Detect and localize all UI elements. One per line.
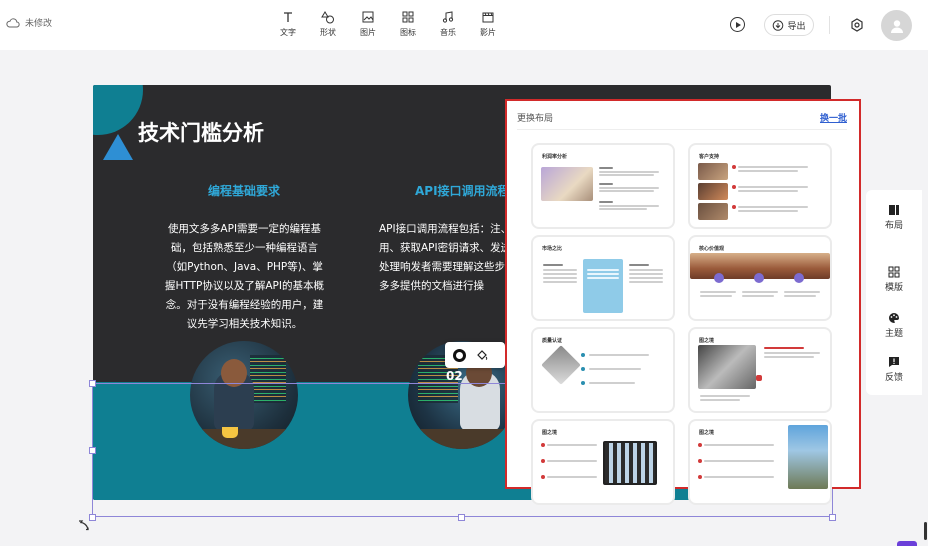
slide-title[interactable]: 技术门槛分析 [138, 117, 264, 147]
export-label: 导出 [787, 21, 806, 32]
resize-handle-br[interactable] [829, 514, 836, 521]
tool-shape-label: 形状 [320, 28, 336, 37]
scrollbar[interactable] [924, 522, 927, 540]
layout-thumb-1[interactable]: 利润率分析 [533, 145, 673, 227]
layout-thumb-title: 图之境 [699, 430, 715, 436]
layout-thumb-7[interactable]: 图之境 [533, 421, 673, 503]
image-icon [361, 10, 375, 24]
panel-divider [517, 129, 847, 130]
right-dock: 布局 模版 主题 反馈 [866, 190, 922, 395]
tool-image[interactable]: 图片 [348, 10, 388, 38]
stroke-ring-icon[interactable] [453, 348, 466, 362]
dock-template[interactable]: 模版 [866, 266, 922, 293]
layout-thumb-3[interactable]: 市场之比 [533, 237, 673, 319]
tool-icon[interactable]: 图标 [388, 10, 428, 38]
music-icon [441, 10, 455, 24]
cloud-icon [6, 17, 20, 27]
tool-icon-label: 图标 [400, 28, 416, 37]
layout-thumb-title: 质量认证 [542, 338, 563, 344]
resize-handle-ml[interactable] [89, 447, 96, 454]
layout-picker-panel: 更换布局 换一批 利润率分析 客户支持 市场之比 核心价值观 质量认证 图之境 … [505, 99, 861, 503]
layout-thumb-title: 图之境 [699, 338, 715, 344]
tool-shape[interactable]: 形状 [308, 10, 348, 38]
icon-grid-icon [401, 10, 415, 24]
layout-thumb-title: 图之境 [542, 430, 558, 436]
settings-icon[interactable] [850, 17, 864, 32]
tool-music-label: 音乐 [440, 28, 456, 37]
tool-text[interactable]: 文字 [268, 10, 308, 38]
shape-icon [321, 10, 335, 24]
tool-video-label: 影片 [480, 28, 496, 37]
coffee-cup-icon [222, 427, 238, 438]
column-2-heading[interactable]: API接口调用流程 [415, 182, 510, 199]
template-icon [888, 266, 900, 278]
shape-quick-toolbar [445, 342, 505, 368]
tool-text-label: 文字 [280, 28, 296, 37]
dock-feedback-label: 反馈 [884, 373, 903, 383]
dock-layout[interactable]: 布局 [866, 204, 922, 231]
text-icon [281, 10, 295, 24]
dock-theme[interactable]: 主题 [866, 312, 922, 339]
dock-layout-label: 布局 [884, 221, 903, 231]
column-1-heading[interactable]: 编程基础要求 [208, 182, 280, 199]
layout-thumb-8[interactable]: 图之境 [690, 421, 830, 503]
decorative-blob [93, 85, 143, 135]
layout-thumb-4[interactable]: 核心价值观 [690, 237, 830, 319]
triangle-decoration [103, 134, 133, 160]
corner-accent [897, 541, 917, 546]
tool-music[interactable]: 音乐 [428, 10, 468, 38]
save-status: 未修改 [6, 16, 52, 29]
save-status-label: 未修改 [25, 19, 53, 29]
video-icon [481, 10, 495, 24]
layout-thumb-5[interactable]: 质量认证 [533, 329, 673, 411]
developer-photo-1[interactable] [190, 341, 298, 449]
layout-panel-title: 更换布局 [517, 114, 554, 124]
feedback-icon [889, 357, 899, 367]
layout-thumb-title: 客户支持 [699, 154, 720, 160]
export-button[interactable]: 导出 [764, 14, 814, 36]
rotate-icon[interactable] [77, 518, 91, 532]
user-icon [890, 19, 903, 33]
layout-thumb-title: 利润率分析 [542, 154, 568, 160]
step-number-badge: 02 [446, 369, 463, 383]
toolbar-divider [829, 16, 830, 34]
layout-thumb-6[interactable]: 图之境 [690, 329, 830, 411]
play-icon[interactable] [730, 17, 745, 32]
tool-video[interactable]: 影片 [468, 10, 508, 38]
insert-tools: 文字 形状 图片 图标 音乐 影片 [268, 10, 508, 38]
column-1-body[interactable]: 使用文多多API需要一定的编程基础，包括熟悉至少一种编程语言（如Python、J… [162, 220, 327, 334]
resize-handle-bm[interactable] [458, 514, 465, 521]
dock-template-label: 模版 [884, 283, 903, 293]
layout-thumb-title: 市场之比 [542, 246, 563, 252]
paint-bucket-icon[interactable] [476, 349, 488, 361]
layout-thumb-title: 核心价值观 [699, 246, 725, 252]
top-toolbar: 未修改 文字 形状 图片 图标 音乐 影片 导出 [0, 0, 928, 50]
tool-image-label: 图片 [360, 28, 376, 37]
palette-icon [889, 313, 899, 323]
dock-theme-label: 主题 [884, 329, 903, 339]
avatar[interactable] [881, 10, 912, 41]
resize-handle-tl[interactable] [89, 380, 96, 387]
cloud-download-icon [773, 19, 784, 31]
layout-thumbnail-grid: 利润率分析 客户支持 市场之比 核心价值观 质量认证 图之境 图之境 图之境 [533, 145, 831, 503]
layout-thumb-2[interactable]: 客户支持 [690, 145, 830, 227]
refresh-layouts-link[interactable]: 换一批 [820, 111, 847, 124]
layout-icon [889, 205, 899, 215]
dock-feedback[interactable]: 反馈 [866, 356, 922, 383]
